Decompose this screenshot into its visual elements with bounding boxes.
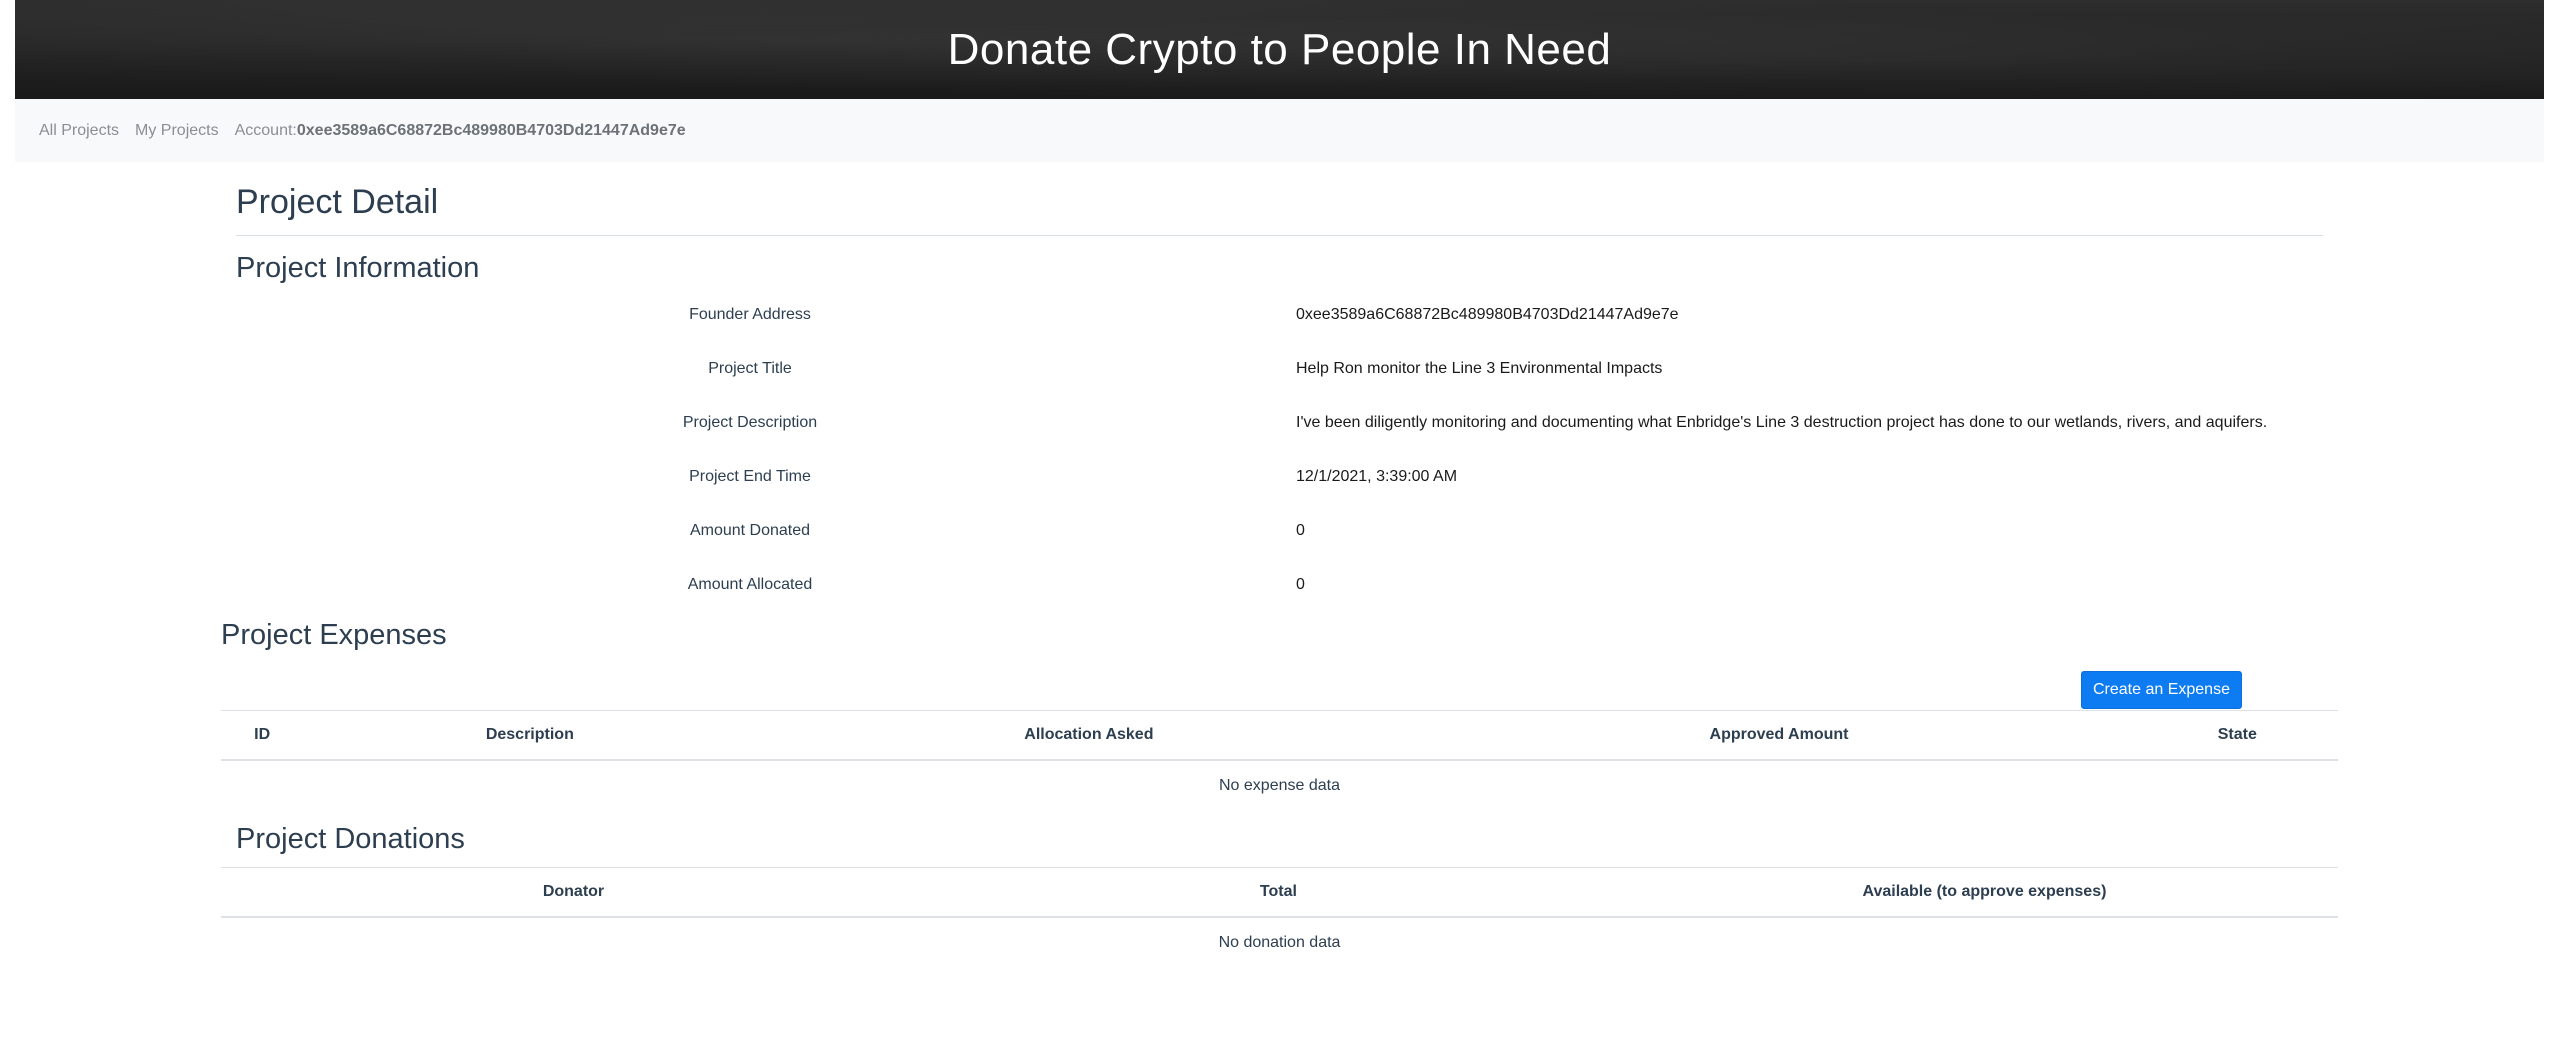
info-row-founder-address: Founder Address 0xee3589a6C68872Bc489980… <box>0 306 2559 336</box>
donations-header-row: Donator Total Available (to approve expe… <box>221 867 2338 918</box>
column-header-state[interactable]: State <box>2136 710 2338 761</box>
app-root: Donate Crypto to People In Need All Proj… <box>0 0 2559 1051</box>
info-label: Amount Donated <box>689 522 811 539</box>
account-label: Account: <box>234 121 297 139</box>
create-expense-button[interactable]: Create an Expense <box>2081 671 2242 709</box>
info-value: 0 <box>1296 576 1305 593</box>
donations-table: Donator Total Available (to approve expe… <box>221 867 2338 968</box>
table-row: No expense data <box>221 760 2338 811</box>
info-row-amount-allocated: Amount Allocated 0 <box>0 576 2559 606</box>
expenses-header-row: ID Description Allocation Asked Approved… <box>221 710 2338 761</box>
site-title: Donate Crypto to People In Need <box>947 24 1612 74</box>
column-header-description[interactable]: Description <box>303 710 757 761</box>
column-header-donator[interactable]: Donator <box>221 867 926 918</box>
info-label: Project Description <box>682 414 818 431</box>
info-label: Project Title <box>708 360 792 377</box>
info-label: Project End Time <box>689 468 811 485</box>
info-row-project-title: Project Title Help Ron monitor the Line … <box>0 360 2559 390</box>
column-header-available[interactable]: Available (to approve expenses) <box>1630 867 2338 918</box>
info-row-project-end-time: Project End Time 12/1/2021, 3:39:00 AM <box>0 468 2559 498</box>
project-information-heading: Project Information <box>236 252 480 284</box>
empty-donations-message: No donation data <box>1218 934 1341 951</box>
info-value: Help Ron monitor the Line 3 Environmenta… <box>1296 360 1663 377</box>
info-value: 0 <box>1296 522 1305 539</box>
nav-my-projects[interactable]: My Projects <box>135 122 219 140</box>
account-info: Account:0xee3589a6C68872Bc489980B4703Dd2… <box>235 122 686 140</box>
info-label: Amount Allocated <box>687 576 813 593</box>
info-value: I've been diligently monitoring and docu… <box>1296 414 2268 431</box>
header-banner: Donate Crypto to People In Need <box>15 0 2544 99</box>
info-value: 12/1/2021, 3:39:00 AM <box>1296 468 1458 485</box>
column-header-allocation-asked[interactable]: Allocation Asked <box>756 710 1422 761</box>
expenses-table: ID Description Allocation Asked Approved… <box>221 710 2338 811</box>
title-divider <box>236 235 2323 236</box>
info-row-amount-donated: Amount Donated 0 <box>0 522 2559 552</box>
info-label: Founder Address <box>689 306 811 323</box>
project-donations-heading: Project Donations <box>236 823 465 855</box>
column-header-approved-amount[interactable]: Approved Amount <box>1421 710 2137 761</box>
navbar: All Projects My Projects Account:0xee358… <box>15 99 2544 162</box>
info-row-project-description: Project Description I've been diligently… <box>0 414 2559 444</box>
table-row: No donation data <box>221 917 2338 968</box>
empty-expenses-message: No expense data <box>1219 777 1340 794</box>
project-expenses-heading: Project Expenses <box>221 619 447 651</box>
nav-all-projects[interactable]: All Projects <box>39 122 119 140</box>
column-header-total[interactable]: Total <box>925 867 1631 918</box>
account-address: 0xee3589a6C68872Bc489980B4703Dd21447Ad9e… <box>296 121 686 139</box>
page-title: Project Detail <box>236 183 439 221</box>
column-header-id[interactable]: ID <box>221 710 304 761</box>
info-value: 0xee3589a6C68872Bc489980B4703Dd21447Ad9e… <box>1296 306 1679 323</box>
